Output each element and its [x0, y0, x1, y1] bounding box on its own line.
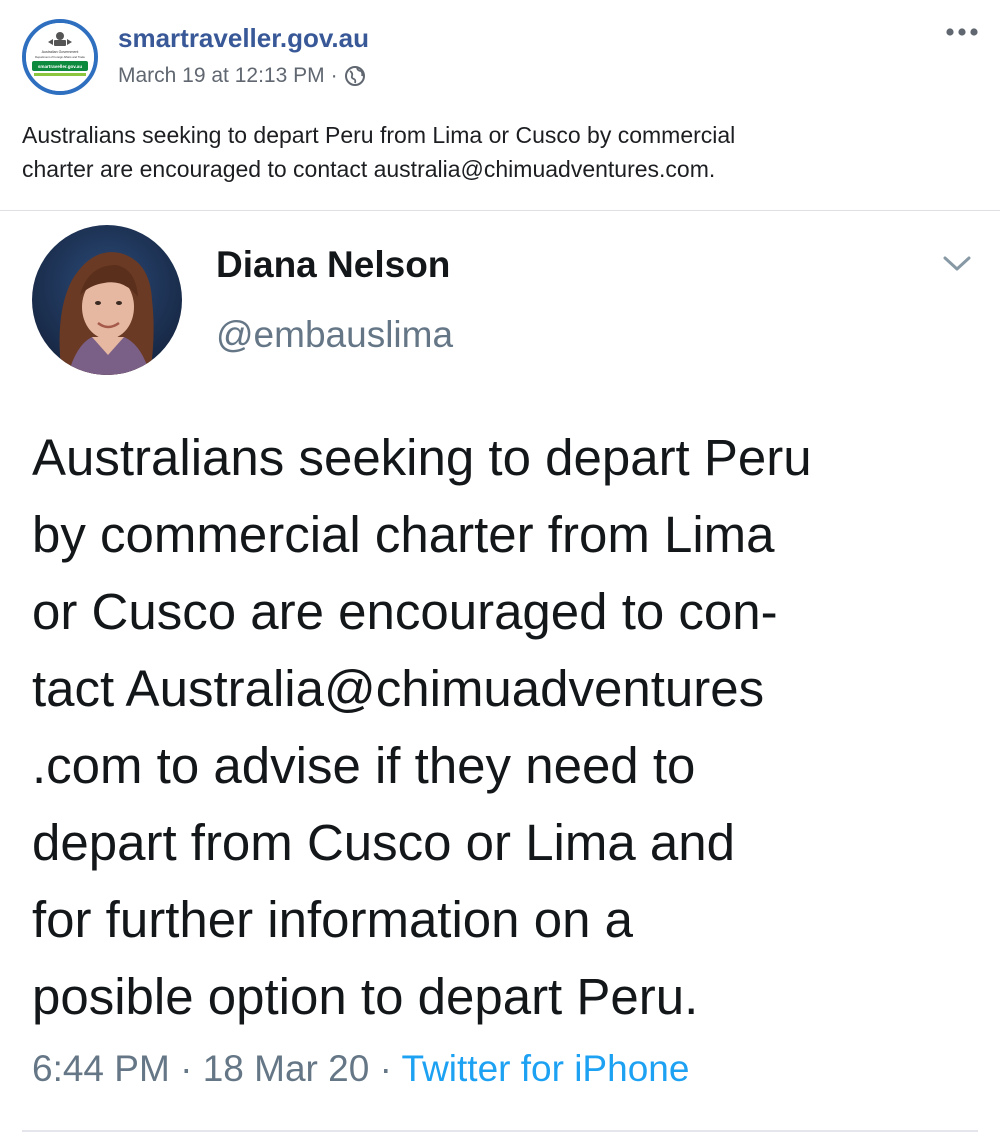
- post-timestamp[interactable]: March 19 at 12:13 PM: [118, 62, 325, 90]
- post-header: Australian Government Department of Fore…: [0, 0, 1000, 110]
- caption-line: charter are encouraged to contact austra…: [22, 156, 716, 182]
- tweet-footer: 6:44 PM · 18 Mar 20 · Twitter for iPhone: [32, 1045, 689, 1093]
- tweet-line: by commercial charter from Lima: [32, 506, 775, 563]
- tweet-line: Australians seeking to depart Peru: [32, 429, 812, 486]
- facebook-post: Australian Government Department of Fore…: [0, 0, 1000, 1140]
- tweet-line: .com to advise if they need to: [32, 737, 696, 794]
- chevron-down-icon[interactable]: [942, 253, 972, 273]
- caption-line: Australians seeking to depart Peru from …: [22, 122, 736, 148]
- tweet-source-link[interactable]: Twitter for iPhone: [402, 1048, 690, 1089]
- tweet-line: or Cusco are encouraged to con-: [32, 583, 778, 640]
- tweet-body: Australians seeking to depart Peru by co…: [32, 419, 982, 1035]
- post-caption: Australians seeking to depart Peru from …: [22, 118, 962, 186]
- tweet-handle[interactable]: @embauslima: [216, 313, 453, 357]
- logo-line2: Department of Foreign Affairs and Trade: [35, 55, 85, 59]
- post-meta: March 19 at 12:13 PM ·: [118, 62, 366, 90]
- tweet-avatar: [32, 225, 182, 375]
- page-name-link[interactable]: smartraveller.gov.au: [118, 22, 369, 54]
- meta-separator: ·: [330, 64, 338, 87]
- tweet-display-name[interactable]: Diana Nelson: [216, 243, 450, 287]
- tweet-time[interactable]: 6:44 PM: [32, 1048, 170, 1089]
- tweet-line: tact Australia@chimuadventures: [32, 660, 765, 717]
- tweet-date[interactable]: 18 Mar 20: [203, 1048, 370, 1089]
- divider: [22, 1130, 978, 1132]
- logo-line1: Australian Government: [42, 50, 79, 54]
- page-avatar[interactable]: Australian Government Department of Fore…: [22, 19, 98, 95]
- footer-separator: ·: [180, 1048, 193, 1089]
- tweet-line: for further information on a: [32, 891, 633, 948]
- tweet-line: depart from Cusco or Lima and: [32, 814, 735, 871]
- tweet-screenshot[interactable]: Diana Nelson @embauslima Australians see…: [0, 210, 1000, 1128]
- smartraveller-logo: Australian Government Department of Fore…: [26, 23, 94, 91]
- more-options-icon[interactable]: [944, 22, 980, 42]
- globe-icon[interactable]: [344, 65, 366, 87]
- footer-separator: ·: [379, 1048, 392, 1089]
- tweet-line: posible option to depart Peru.: [32, 968, 699, 1025]
- logo-badge: smartraveller.gov.au: [38, 64, 83, 69]
